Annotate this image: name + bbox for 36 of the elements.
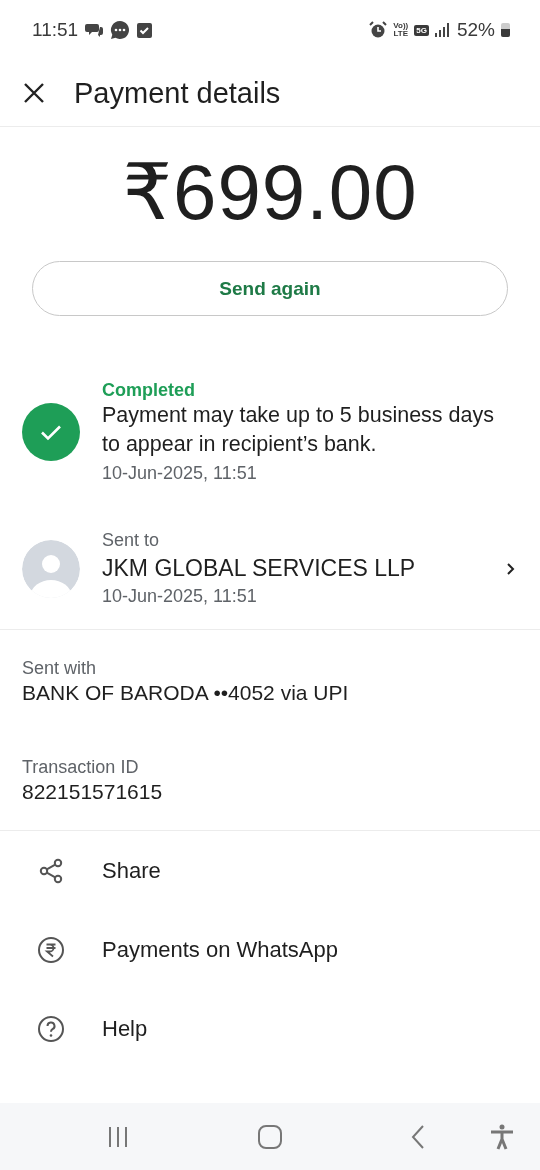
home-button[interactable] <box>256 1123 283 1150</box>
detail-value: 822151571615 <box>22 780 164 804</box>
accessibility-button[interactable] <box>489 1123 514 1150</box>
status-time: 10-Jun-2025, 11:51 <box>102 463 258 484</box>
detail-label: Transaction ID <box>22 757 140 778</box>
help-icon <box>36 1013 66 1044</box>
recipient-name: JKM GLOBAL SERVICES LLP <box>102 555 416 582</box>
volte-label: Vo)) <box>393 22 409 30</box>
page-title: Payment details <box>74 76 281 110</box>
battery-icon <box>501 23 510 37</box>
back-button[interactable] <box>410 1123 426 1150</box>
network-badge: 5G <box>414 24 429 36</box>
checkbox-icon <box>137 22 153 38</box>
recipient-row[interactable]: Sent to JKM GLOBAL SERVICES LLP 10-Jun-2025, 11:51 <box>0 530 540 630</box>
lte-label: LTE <box>393 30 409 38</box>
avatar-icon <box>22 539 80 598</box>
status-message: Payment may take up to 5 business days to appear in recipient’s bank. <box>102 402 495 458</box>
message-icon <box>110 20 131 40</box>
recipient-time: 10-Jun-2025, 11:51 <box>102 586 258 607</box>
detail-label: Sent with <box>22 658 98 679</box>
status-label: Completed <box>102 380 196 401</box>
close-button[interactable] <box>22 81 46 105</box>
signal-icon <box>434 23 451 37</box>
chat-bubbles-icon <box>85 22 104 38</box>
battery-percent: 52% <box>456 19 495 41</box>
action-item[interactable]: Help <box>0 989 540 1068</box>
check-circle-icon <box>22 403 80 461</box>
alarm-icon <box>369 21 388 39</box>
action-item[interactable]: Payments on WhatsApp <box>0 910 540 989</box>
action-item[interactable]: Share <box>0 831 540 910</box>
rupee-icon <box>36 934 66 965</box>
recipient-caption: Sent to <box>102 530 161 551</box>
send-again-button[interactable]: Send again <box>32 261 508 316</box>
payment-amount: ₹699.00 <box>121 153 419 231</box>
clock-time: 11:51 <box>32 19 79 41</box>
detail-value: BANK OF BARODA ••4052 via UPI <box>22 681 350 705</box>
